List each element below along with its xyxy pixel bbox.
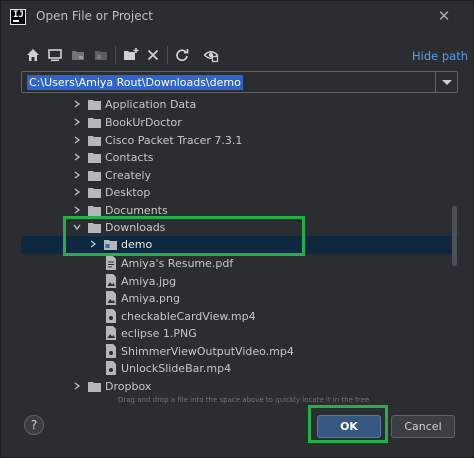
tree-item-label: ShimmerViewOutputVideo.mp4 [121,345,294,358]
module-dir-icon[interactable] [93,47,109,63]
folder-icon [88,170,101,181]
path-input[interactable]: C:\Users\Amiya Rout\Downloads\demo [27,75,243,90]
help-button[interactable]: ? [24,415,44,435]
tree-item-label: checkableCardView.mp4 [121,310,256,323]
tree-item[interactable]: BookUrDoctor [21,114,458,131]
tree-item-label: Amiya.jpg [121,275,177,288]
image-file-icon [106,326,116,340]
image-file-icon [106,274,116,288]
drag-drop-hint: Drag and drop a file into the space abov… [118,396,370,404]
image-file-icon [106,291,116,305]
tree-item-file[interactable]: Amiya's Resume.pdf [21,255,458,272]
title-bar: IJ Open File or Project ✕ [1,1,473,31]
intellij-logo-icon: IJ [10,9,26,25]
folder-icon [88,99,101,110]
tree-item[interactable]: Cisco Packet Tracer 7.3.1 [21,132,458,149]
chevron-right-icon[interactable] [73,136,81,144]
tree-item[interactable]: Contacts [21,149,458,166]
cancel-button[interactable]: Cancel [391,415,455,438]
tree-item-file[interactable]: Amiya.jpg [21,273,458,290]
new-folder-icon[interactable] [123,47,139,63]
file-icon [106,344,116,358]
tree-item-label: Contacts [105,151,154,164]
tree-item[interactable]: Desktop [21,184,458,201]
tree-item-label: Amiya's Resume.pdf [121,257,234,270]
folder-icon [88,135,101,146]
tree-item-label: Application Data [105,98,197,111]
tree-item-label: eclipse 1.PNG [121,327,197,340]
hide-path-link[interactable]: Hide path [412,49,468,63]
open-file-dialog: IJ Open File or Project ✕ Hide path C:\U… [0,0,474,458]
tree-item-file[interactable]: ShimmerViewOutputVideo.mp4 [21,343,458,360]
file-icon [106,309,116,323]
chevron-right-icon[interactable] [73,188,81,196]
folder-icon [88,152,101,163]
tree-item-downloads[interactable]: Downloads [21,219,458,236]
tree-item-demo[interactable]: demo [21,236,458,254]
chevron-down-icon[interactable] [435,72,457,92]
ok-button[interactable]: OK [317,415,381,438]
tree-item-file[interactable]: Amiya.png [21,290,458,307]
folder-icon [88,222,101,233]
close-icon[interactable]: ✕ [437,9,451,24]
tree-item-label: Desktop [105,186,151,199]
folder-icon [88,187,101,198]
module-folder-icon [104,239,117,250]
project-dir-icon[interactable] [70,47,86,63]
tree-item-label: Creately [105,169,152,182]
toolbar-separator [167,46,168,64]
tree-item-label: Documents [105,204,168,217]
chevron-right-icon[interactable] [73,206,81,214]
chevron-right-icon[interactable] [73,100,81,108]
tree-item-label: Dropbox [105,380,152,393]
chevron-right-icon[interactable] [89,240,97,248]
chevron-down-icon[interactable] [73,223,81,231]
folder-icon [88,117,101,128]
tree-item-file[interactable]: checkableCardView.mp4 [21,308,458,325]
path-combo[interactable]: C:\Users\Amiya Rout\Downloads\demo [21,71,458,93]
refresh-icon[interactable] [174,47,190,63]
tree-item-label: demo [121,238,153,251]
tree-item-label: BookUrDoctor [105,116,182,129]
toolbar-separator [115,46,116,64]
chevron-right-icon[interactable] [73,118,81,126]
tree-item[interactable]: Dropbox [21,378,458,393]
file-icon [106,256,116,270]
chevron-right-icon[interactable] [73,171,81,179]
chevron-right-icon[interactable] [73,382,81,390]
tree-item-label: UnlockSlideBar.mp4 [121,362,232,375]
file-tree[interactable]: Application Data BookUrDoctor Cisco Pack… [21,93,458,393]
tree-item[interactable]: Creately [21,167,458,184]
tree-item-label: Downloads [105,221,166,234]
tree-item[interactable]: Documents [21,202,458,219]
toolbar: Hide path [1,41,473,69]
tree-item-label: Cisco Packet Tracer 7.3.1 [105,134,243,147]
tree-item[interactable]: Application Data [21,96,458,113]
tree-item-file[interactable]: eclipse 1.PNG [21,325,458,342]
window-title: Open File or Project [36,9,153,23]
scrollbar[interactable] [452,206,457,266]
tree-item-file[interactable]: UnlockSlideBar.mp4 [21,360,458,377]
desktop-icon[interactable] [47,47,63,63]
file-icon [106,361,116,375]
folder-icon [88,381,101,392]
chevron-right-icon[interactable] [73,153,81,161]
folder-icon [88,205,101,216]
home-icon[interactable] [25,47,41,63]
show-hidden-icon[interactable] [203,47,219,63]
tree-item-label: Amiya.png [121,292,180,305]
delete-icon[interactable] [145,47,161,63]
